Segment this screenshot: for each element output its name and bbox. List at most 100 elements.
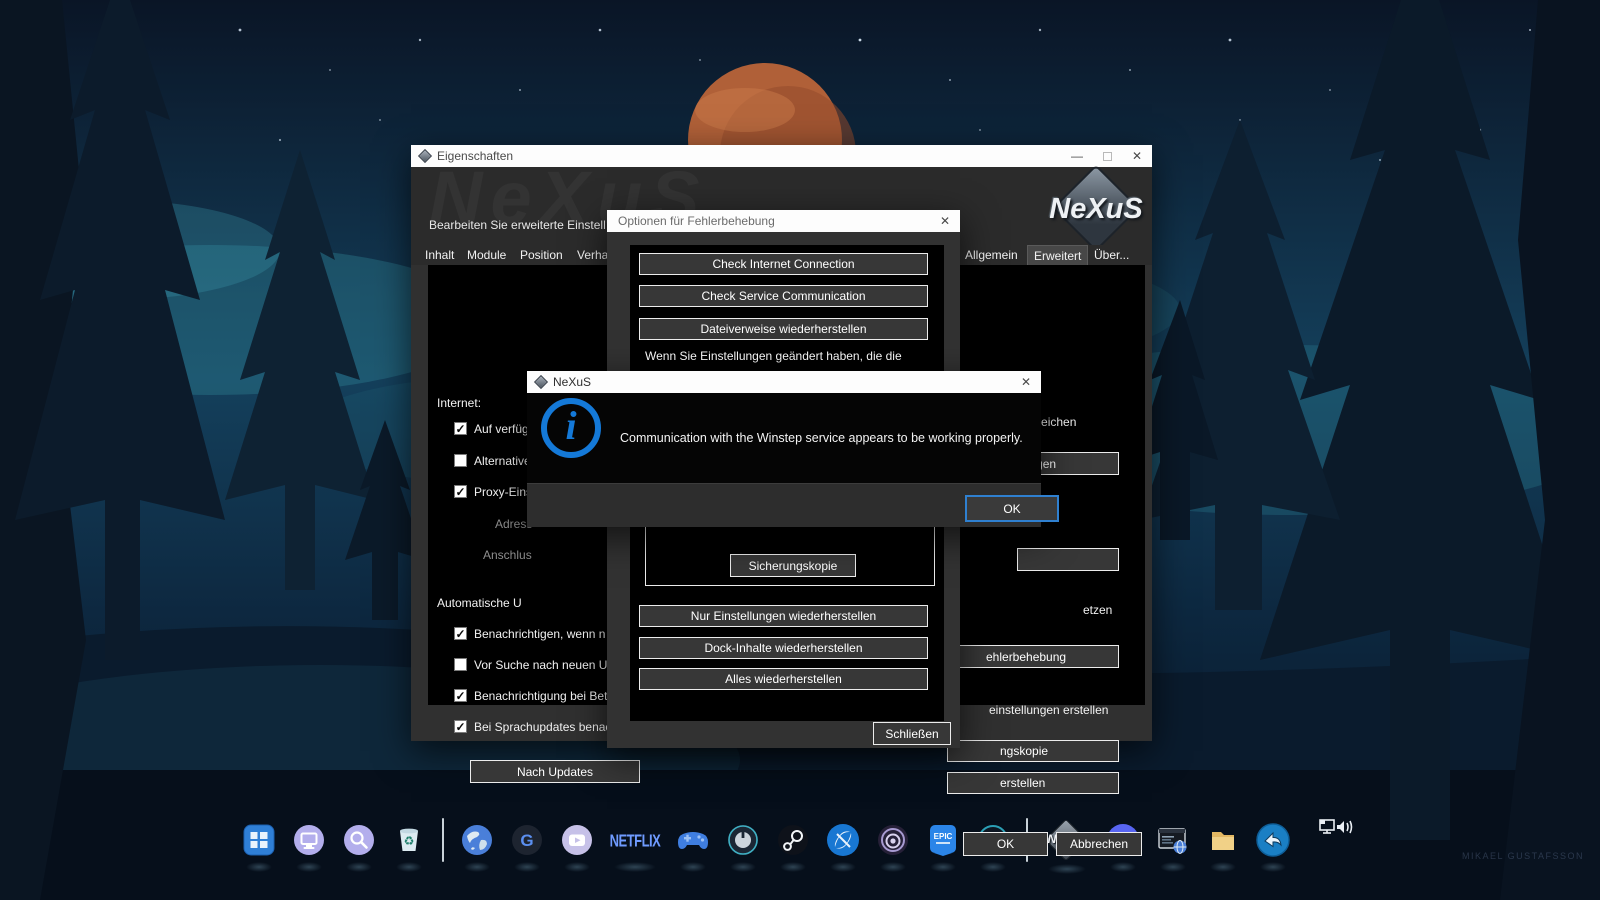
dock-item-power-app[interactable] [726,820,760,860]
power-icon [727,824,759,856]
restore-dock-contents-button[interactable]: Dock-Inhalte wiederherstellen [639,637,928,659]
close-icon[interactable]: ✕ [1122,145,1152,167]
minimize-icon[interactable]: — [1062,145,1092,167]
tab-erweitert[interactable]: Erweitert [1027,245,1088,265]
right-fragment-text-3: einstellungen erstellen [989,703,1108,717]
back-arrow-icon [1256,823,1290,857]
checkbox-row-ask-before-search[interactable]: ✓ Vor Suche nach neuen U [454,657,607,672]
epic-label: EPIC [934,832,953,841]
battle-net-icon [826,823,860,857]
dock-item-search[interactable] [342,820,376,860]
web-window-icon [1156,824,1190,856]
tab-allgemein[interactable]: Allgemein [959,245,1024,265]
dock-item-steam[interactable] [776,820,810,860]
checkbox-label: Benachrichtigen, wenn n [474,627,605,641]
dock-divider [442,818,444,862]
dock-item-game-controller[interactable] [676,820,710,860]
check-icon: ✓ [455,487,465,497]
ok-button[interactable]: OK [963,832,1048,856]
nexus-logo-text: NeXuS [1046,193,1146,226]
netflix-logo: NETFLIX [610,830,661,850]
artist-watermark: MIKAEL GUSTAFSSON [1462,851,1584,861]
tray-network-audio[interactable] [1318,816,1356,847]
dock-item-youtube[interactable] [560,820,594,860]
check-updates-button[interactable]: Nach Updates [470,760,640,783]
restore-settings-only-button[interactable]: Nur Einstellungen wiederherstellen [639,605,928,627]
troubleshoot-info-text: Wenn Sie Einstellungen geändert haben, d… [645,349,902,363]
game-controller-icon [676,824,710,856]
dock-item-battle-net[interactable] [826,820,860,860]
tab-position[interactable]: Position [514,245,569,265]
close-icon[interactable]: ✕ [930,210,960,232]
right-fragment-button-2[interactable]: ehlerbehebung [947,645,1119,668]
restore-file-references-button[interactable]: Dateiverweise wiederherstellen [639,318,928,340]
checkbox-row-notify[interactable]: ✓ Benachrichtigen, wenn n [454,626,605,641]
maximize-icon[interactable] [1092,145,1122,167]
cancel-button[interactable]: Abbrechen [1056,832,1142,856]
nexus-info-dialog: NeXuS ✕ i Communication with the Winstep… [527,371,1041,527]
app-diamond-icon [418,149,432,163]
dock-item-recycle-bin[interactable]: ♻ [392,820,426,860]
backup-group-box: Sicherungskopie [645,522,935,586]
checkbox-row-language-updates[interactable]: ✓ Bei Sprachupdates benac [454,719,611,734]
dock-item-ubisoft[interactable] [876,820,910,860]
check-internet-button[interactable]: Check Internet Connection [639,253,928,275]
dialog-footer: OK [527,483,1041,527]
close-dialog-button[interactable]: Schließen [873,722,951,745]
dock-item-epic-games[interactable]: EPIC [926,820,960,860]
check-service-button[interactable]: Check Service Communication [639,285,928,307]
dock-item-windows-start[interactable] [242,820,276,860]
checkbox[interactable]: ✓ [454,720,467,733]
message-text: Communication with the Winstep service a… [620,431,1023,445]
checkbox[interactable]: ✓ [454,422,467,435]
right-fragment-button-4[interactable]: erstellen [947,772,1119,794]
search-icon [343,824,375,856]
dialog-title: Optionen für Fehlerbehebung [618,214,775,228]
section-updates: Automatische U [437,596,522,610]
troubleshoot-titlebar[interactable]: Optionen für Fehlerbehebung ✕ [607,210,960,232]
backup-button[interactable]: Sicherungskopie [730,554,856,577]
header-description: Bearbeiten Sie erweiterte Einstell [429,218,606,232]
ok-button[interactable]: OK [966,496,1058,521]
check-icon: ✓ [455,629,465,639]
checkbox[interactable]: ✓ [454,689,467,702]
right-fragment-text-2: etzen [1083,603,1112,617]
checkbox-row-notify-beta[interactable]: ✓ Benachrichtigung bei Bet [454,688,607,703]
tab-inhalt[interactable]: Inhalt [419,245,460,265]
right-fragment-button-3[interactable]: ngskopie [947,740,1119,762]
dock-item-netflix[interactable]: NETFLIX [610,820,660,860]
dock-item-browser-globe[interactable] [460,820,494,860]
svg-text:♻: ♻ [404,834,415,848]
app-diamond-icon [534,375,548,389]
checkbox[interactable]: ✓ [454,627,467,640]
checkbox-row-proxy[interactable]: ✓ Proxy-Eins [454,484,532,499]
right-fragment-button-partial[interactable] [1017,548,1119,571]
windows-start-icon [243,824,275,856]
nexus-info-titlebar[interactable]: NeXuS ✕ [527,371,1041,393]
checkbox-label: Benachrichtigung bei Bet [474,689,607,703]
svg-text:G: G [520,831,533,850]
check-icon: ✓ [455,722,465,732]
dock-item-google[interactable]: G [510,820,544,860]
checkbox[interactable]: ✓ [454,658,467,671]
check-icon: ✓ [455,424,465,434]
close-icon[interactable]: ✕ [1011,371,1041,393]
google-icon: G [511,824,543,856]
steam-icon [777,824,809,856]
tab-ueber[interactable]: Über... [1088,245,1135,265]
restore-all-button[interactable]: Alles wiederherstellen [639,668,928,690]
youtube-icon [561,824,593,856]
checkbox[interactable]: ✓ [454,454,467,467]
network-audio-icon [1318,816,1356,842]
info-icon: i [541,398,601,458]
checkbox-label: Bei Sprachupdates benac [474,720,611,734]
dock-item-my-computer[interactable] [292,820,326,860]
dock-item-back-arrow[interactable] [1256,820,1290,860]
checkbox[interactable]: ✓ [454,485,467,498]
tab-module[interactable]: Module [461,245,512,265]
dock-item-web-window[interactable] [1156,820,1190,860]
dialog-title: NeXuS [553,375,591,389]
properties-titlebar[interactable]: Eigenschaften — ✕ [411,145,1152,167]
epic-games-icon: EPIC [928,824,958,856]
dock-item-folder[interactable] [1206,820,1240,860]
